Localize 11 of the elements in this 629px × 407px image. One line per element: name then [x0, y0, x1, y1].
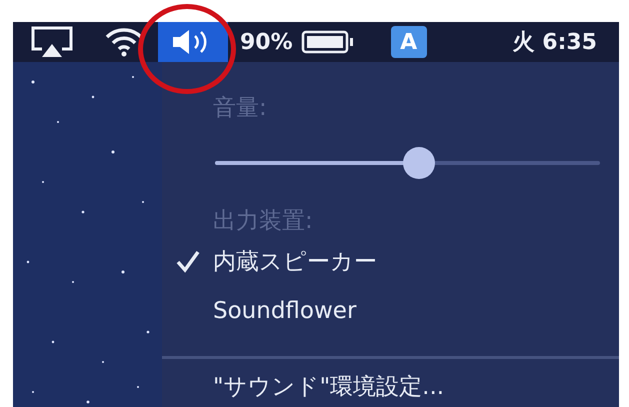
sound-preferences-menu-item[interactable]: "サウンド"環境設定...: [162, 371, 444, 402]
slider-thumb[interactable]: [403, 147, 436, 179]
airplay-icon[interactable]: [30, 25, 74, 59]
battery-percentage: 90%: [240, 30, 293, 54]
volume-label: 音量:: [212, 94, 267, 123]
device-menu-item[interactable]: 内蔵スピーカー: [213, 246, 377, 276]
battery-icon[interactable]: [300, 30, 355, 54]
volume-menu-button[interactable]: [158, 22, 228, 62]
clock[interactable]: 火 6:35: [512, 27, 597, 57]
output-device-label: 出力装置:: [212, 207, 313, 236]
device-menu-item[interactable]: Soundflower: [213, 298, 356, 324]
